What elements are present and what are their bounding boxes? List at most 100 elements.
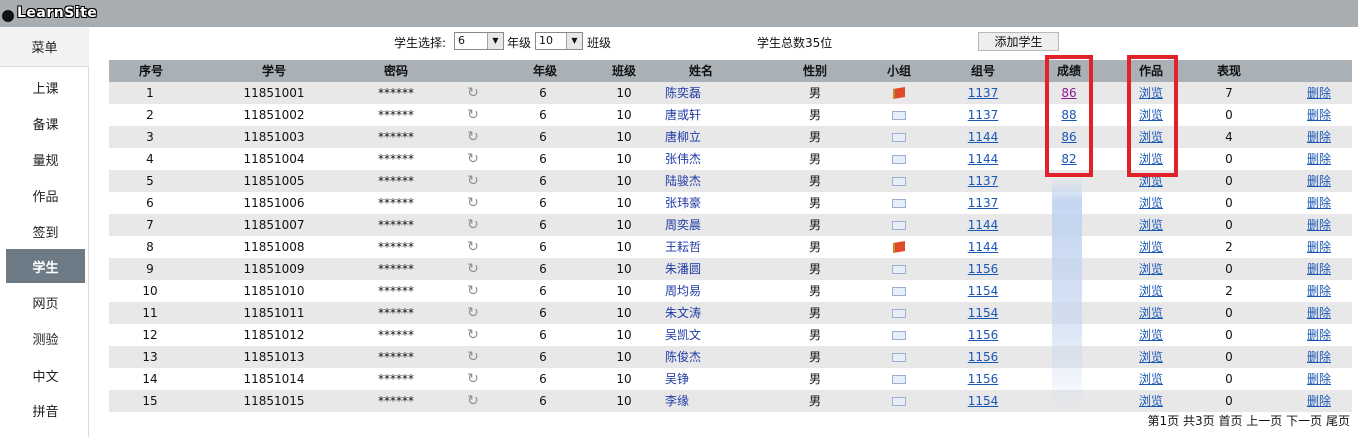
work-browse-link[interactable]: 浏览: [1131, 346, 1171, 368]
group-id-link[interactable]: 1156: [961, 346, 1005, 368]
column-header: 学号: [261, 64, 286, 78]
delete-link[interactable]: 删除: [1289, 346, 1349, 368]
sidebar-item[interactable]: 网页: [6, 285, 85, 319]
column-header: 序号: [139, 64, 164, 78]
work-browse-link[interactable]: 浏览: [1131, 324, 1171, 346]
delete-link[interactable]: 删除: [1289, 280, 1349, 302]
student-select-label: 学生选择:: [394, 36, 447, 50]
row-number: 14: [142, 372, 158, 386]
first-page-link[interactable]: 首页: [1218, 414, 1242, 428]
group-id-link[interactable]: 1137: [961, 192, 1005, 214]
refresh-password-icon[interactable]: ↻: [463, 236, 483, 258]
work-column-highlight: [1127, 55, 1178, 177]
add-student-button[interactable]: 添加学生: [978, 32, 1059, 51]
class: 10: [616, 86, 632, 100]
gender: 男: [808, 108, 821, 122]
refresh-password-icon[interactable]: ↻: [463, 346, 483, 368]
delete-link[interactable]: 删除: [1289, 390, 1349, 412]
work-browse-link[interactable]: 浏览: [1131, 390, 1171, 412]
delete-link[interactable]: 删除: [1289, 82, 1349, 104]
group-id-link[interactable]: 1154: [961, 302, 1005, 324]
grade: 6: [539, 174, 547, 188]
work-browse-link[interactable]: 浏览: [1131, 280, 1171, 302]
group-id-link[interactable]: 1154: [961, 390, 1005, 412]
work-browse-link[interactable]: 浏览: [1131, 368, 1171, 390]
student-id: 11851006: [243, 196, 305, 210]
group-id-link[interactable]: 1156: [961, 324, 1005, 346]
chevron-down-icon[interactable]: ▼: [566, 33, 582, 49]
sidebar-item[interactable]: 测验: [6, 321, 85, 355]
refresh-password-icon[interactable]: ↻: [463, 324, 483, 346]
class: 10: [616, 394, 632, 408]
sidebar-item[interactable]: 上课: [6, 70, 85, 104]
grade: 6: [539, 218, 547, 232]
work-browse-link[interactable]: 浏览: [1131, 192, 1171, 214]
class: 10: [616, 130, 632, 144]
sidebar-item[interactable]: 作品: [6, 178, 85, 212]
student-id: 11851007: [243, 218, 305, 232]
delete-link[interactable]: 删除: [1289, 236, 1349, 258]
group-id-link[interactable]: 1156: [961, 368, 1005, 390]
group-member-card-icon: [885, 104, 913, 126]
class-label: 班级: [587, 36, 612, 50]
group-id-link[interactable]: 1144: [961, 148, 1005, 170]
sidebar-item[interactable]: 量规: [6, 142, 85, 176]
refresh-password-icon[interactable]: ↻: [463, 280, 483, 302]
delete-link[interactable]: 删除: [1289, 148, 1349, 170]
refresh-password-icon[interactable]: ↻: [463, 148, 483, 170]
score-column-highlight: [1045, 55, 1093, 177]
gender: 男: [808, 240, 821, 254]
delete-link[interactable]: 删除: [1289, 368, 1349, 390]
refresh-password-icon[interactable]: ↻: [463, 302, 483, 324]
delete-link[interactable]: 删除: [1289, 126, 1349, 148]
group-id-link[interactable]: 1137: [961, 104, 1005, 126]
group-id-link[interactable]: 1144: [961, 126, 1005, 148]
delete-link[interactable]: 删除: [1289, 170, 1349, 192]
sidebar-item[interactable]: 拼音: [6, 393, 85, 427]
group-id-link[interactable]: 1137: [961, 170, 1005, 192]
chevron-down-icon[interactable]: ▼: [487, 33, 503, 49]
student-id: 11851004: [243, 152, 305, 166]
row-number: 15: [142, 394, 158, 408]
class-select[interactable]: 10 ▼: [535, 32, 583, 50]
gender: 男: [808, 152, 821, 166]
refresh-password-icon[interactable]: ↻: [463, 368, 483, 390]
work-browse-link[interactable]: 浏览: [1131, 236, 1171, 258]
next-page-link[interactable]: 下一页: [1286, 414, 1322, 428]
sidebar-item[interactable]: 签到: [6, 214, 85, 248]
delete-link[interactable]: 删除: [1289, 214, 1349, 236]
delete-link[interactable]: 删除: [1289, 302, 1349, 324]
group-id-link[interactable]: 1144: [961, 236, 1005, 258]
work-browse-link[interactable]: 浏览: [1131, 302, 1171, 324]
refresh-password-icon[interactable]: ↻: [463, 390, 483, 412]
last-page-link[interactable]: 尾页: [1326, 414, 1350, 428]
prev-page-link[interactable]: 上一页: [1246, 414, 1282, 428]
class-select-value: 10: [539, 34, 553, 47]
gender: 男: [808, 262, 821, 276]
delete-link[interactable]: 删除: [1289, 192, 1349, 214]
refresh-password-icon[interactable]: ↻: [463, 126, 483, 148]
sidebar-item[interactable]: 中文: [6, 358, 85, 392]
refresh-password-icon[interactable]: ↻: [463, 258, 483, 280]
sidebar-item[interactable]: 备课: [6, 106, 85, 140]
refresh-password-icon[interactable]: ↻: [463, 214, 483, 236]
delete-link[interactable]: 删除: [1289, 324, 1349, 346]
grade-select[interactable]: 6 ▼: [454, 32, 504, 50]
group-id-link[interactable]: 1137: [961, 82, 1005, 104]
group-id-link[interactable]: 1144: [961, 214, 1005, 236]
refresh-password-icon[interactable]: ↻: [463, 170, 483, 192]
column-header: 组号: [970, 64, 995, 78]
sidebar-item[interactable]: 学生: [6, 249, 85, 283]
delete-link[interactable]: 删除: [1289, 104, 1349, 126]
delete-link[interactable]: 删除: [1289, 258, 1349, 280]
work-browse-link[interactable]: 浏览: [1131, 258, 1171, 280]
group-id-link[interactable]: 1156: [961, 258, 1005, 280]
refresh-password-icon[interactable]: ↻: [463, 192, 483, 214]
grade: 6: [539, 306, 547, 320]
performance: 0: [1225, 262, 1233, 276]
grade: 6: [539, 152, 547, 166]
work-browse-link[interactable]: 浏览: [1131, 214, 1171, 236]
group-id-link[interactable]: 1154: [961, 280, 1005, 302]
refresh-password-icon[interactable]: ↻: [463, 82, 483, 104]
refresh-password-icon[interactable]: ↻: [463, 104, 483, 126]
